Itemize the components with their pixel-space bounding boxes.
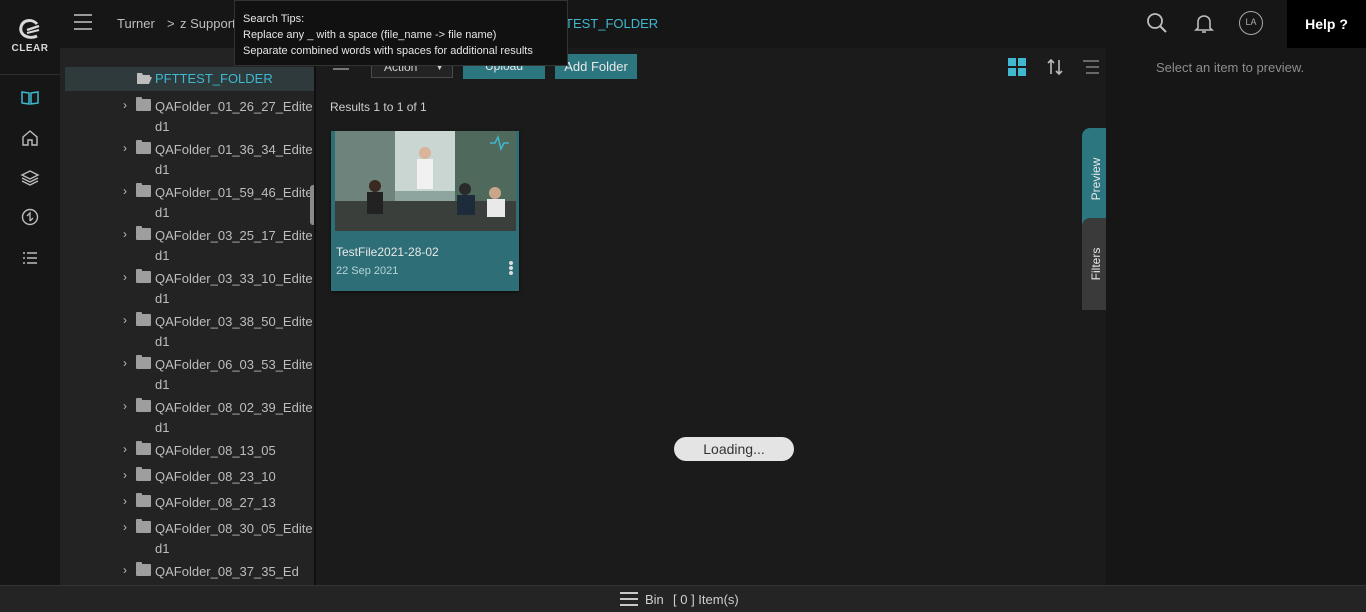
folder-open-icon <box>137 73 152 84</box>
bell-icon[interactable] <box>1192 11 1216 35</box>
asset-date: 22 Sep 2021 <box>336 265 399 277</box>
folder-icon <box>136 312 151 326</box>
folder-icon <box>136 467 151 481</box>
chevron-right-icon[interactable]: › <box>123 270 127 284</box>
chevron-right-icon[interactable]: › <box>123 98 127 112</box>
tab-preview[interactable]: Preview <box>1082 128 1109 230</box>
chevron-right-icon[interactable]: › <box>123 399 127 413</box>
menu-toggle-icon[interactable] <box>74 14 92 30</box>
asset-title: TestFile2021-28-02 <box>336 245 439 259</box>
folder-icon <box>136 493 151 507</box>
breadcrumb-z-support[interactable]: z Support <box>180 16 236 31</box>
sync-icon[interactable] <box>20 207 40 227</box>
tree-item-label: QAFolder_01_59_46_Edited1 <box>155 185 313 220</box>
tree-item-label: QAFolder_03_25_17_Edited1 <box>155 228 313 263</box>
tree-item-label: QAFolder_03_33_10_Edited1 <box>155 271 313 306</box>
bin-menu-icon[interactable] <box>620 592 638 607</box>
chevron-right-icon[interactable]: › <box>123 313 127 327</box>
chevron-right-icon[interactable]: › <box>123 442 127 456</box>
layers-icon[interactable] <box>20 168 40 188</box>
tree-item-label: QAFolder_08_30_05_Edited1 <box>155 521 313 556</box>
tree-item-label: QAFolder_08_23_10 <box>155 469 276 484</box>
loading-indicator: Loading... <box>674 437 794 461</box>
chevron-right-icon[interactable]: › <box>123 520 127 534</box>
folder-icon <box>136 355 151 369</box>
list-view-icon[interactable] <box>1082 58 1100 76</box>
folder-icon <box>136 97 151 111</box>
bin-count: [ 0 ] Item(s) <box>673 592 739 607</box>
results-count: Results 1 to 1 of 1 <box>330 100 427 114</box>
tree-item-label: QAFolder_03_38_50_Edited1 <box>155 314 313 349</box>
help-button[interactable]: Help ? <box>1287 0 1366 48</box>
main-content: Action ▼ Upload Add Folder Results 1 to … <box>316 48 1109 585</box>
tree-item-label: QAFolder_08_27_13 <box>155 495 276 510</box>
clear-logo-icon <box>19 19 40 39</box>
logo-text: CLEAR <box>11 43 49 54</box>
chevron-right-icon[interactable]: › <box>123 227 127 241</box>
breadcrumb-separator: > <box>167 16 175 31</box>
folder-icon <box>136 269 151 283</box>
chevron-right-icon[interactable]: › <box>123 184 127 198</box>
chevron-right-icon[interactable]: › <box>123 356 127 370</box>
folder-icon <box>136 183 151 197</box>
breadcrumb-turner[interactable]: Turner <box>117 16 155 31</box>
home-icon[interactable] <box>20 128 40 148</box>
tab-filters[interactable]: Filters <box>1082 218 1109 310</box>
folder-icon <box>136 398 151 412</box>
tree-item-label: QAFolder_08_02_39_Edited1 <box>155 400 313 435</box>
asset-thumbnail <box>335 131 516 231</box>
folder-icon <box>136 441 151 455</box>
search-icon[interactable] <box>1145 11 1169 35</box>
tooltip-line: Separate combined words with spaces for … <box>243 45 533 57</box>
sort-icon[interactable] <box>1046 58 1064 76</box>
folder-icon <box>136 140 151 154</box>
tooltip-title: Search Tips: <box>243 13 305 25</box>
user-avatar[interactable]: LA <box>1239 11 1263 35</box>
list-icon[interactable] <box>20 248 40 268</box>
tree-item-label: PFTTEST_FOLDER <box>155 71 273 86</box>
chevron-right-icon[interactable]: › <box>123 563 127 577</box>
asset-card[interactable]: TestFile2021-28-02 22 Sep 2021 <box>331 131 519 291</box>
chevron-right-icon[interactable]: › <box>123 468 127 482</box>
grid-view-icon[interactable] <box>1008 58 1026 76</box>
rail-divider <box>0 74 60 75</box>
chevron-right-icon[interactable]: › <box>123 141 127 155</box>
clear-logo[interactable]: CLEAR <box>10 18 50 56</box>
folder-icon <box>136 519 151 533</box>
tree-item-label: QAFolder_08_37_35_Ed <box>155 564 299 579</box>
tree-item-label: QAFolder_01_26_27_Edited1 <box>155 99 313 134</box>
folder-tree: PFTTEST_FOLDER › QAFolder_01_26_27_Edited… <box>60 48 314 585</box>
more-options-icon[interactable] <box>508 261 514 277</box>
tree-item-selected[interactable]: PFTTEST_FOLDER <box>65 67 314 91</box>
bin-label[interactable]: Bin <box>645 592 664 607</box>
preview-message: Select an item to preview. <box>1156 60 1305 75</box>
tooltip-line: Replace any _ with a space (file_name ->… <box>243 29 497 41</box>
tab-preview-label: Preview <box>1088 157 1103 201</box>
book-icon[interactable] <box>20 88 40 108</box>
preview-panel: Select an item to preview. <box>1106 48 1366 585</box>
folder-icon <box>136 226 151 240</box>
breadcrumb-current: TEST_FOLDER <box>565 16 659 31</box>
collapse-icon[interactable] <box>333 68 349 70</box>
left-nav-rail: CLEAR <box>0 0 60 585</box>
tree-item-label: QAFolder_01_36_34_Edited1 <box>155 142 313 177</box>
tree-item-label: QAFolder_08_13_05 <box>155 443 276 458</box>
chevron-right-icon[interactable]: › <box>123 494 127 508</box>
search-tips-tooltip: Search Tips: Replace any _ with a space … <box>234 0 568 66</box>
bin-bar: Bin [ 0 ] Item(s) <box>0 585 1366 612</box>
tree-item-label: QAFolder_06_03_53_Edited1 <box>155 357 313 392</box>
folder-icon <box>136 562 151 576</box>
tab-filters-label: Filters <box>1088 247 1103 281</box>
